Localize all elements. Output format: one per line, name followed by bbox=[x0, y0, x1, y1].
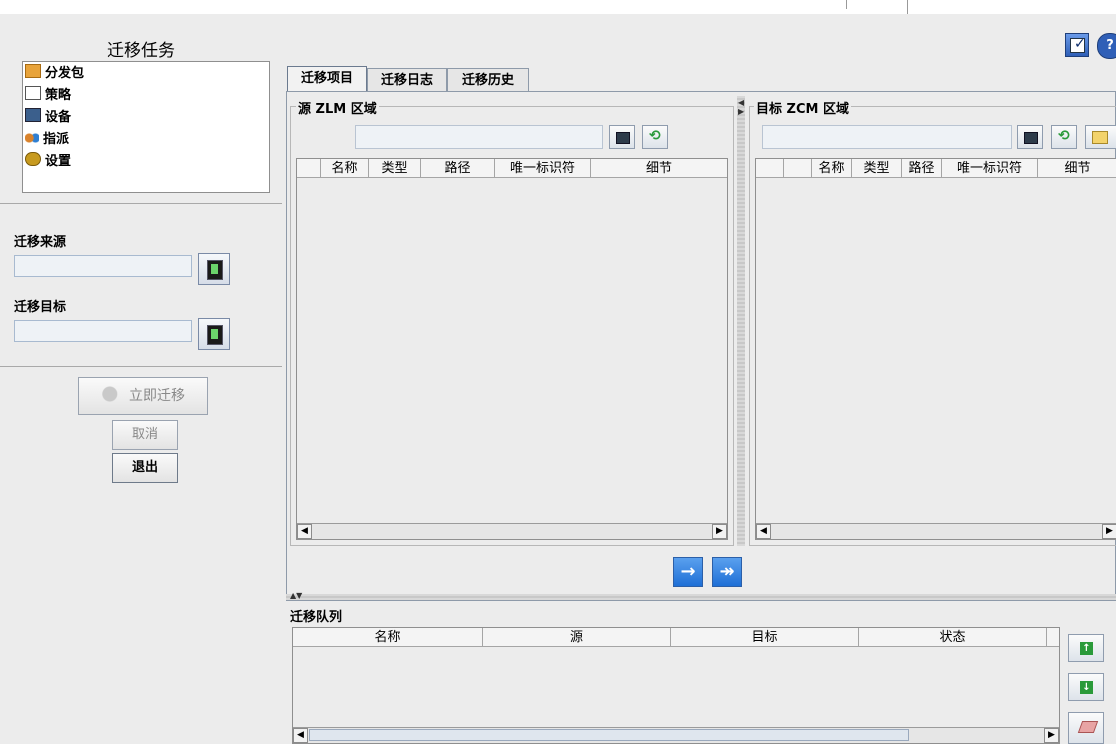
source-zone-title: 源 ZLM 区域 bbox=[296, 98, 379, 117]
source-label: 迁移来源 bbox=[14, 235, 67, 250]
column-header[interactable]: 名称 bbox=[293, 628, 483, 647]
column-header bbox=[1047, 628, 1059, 647]
migrate-now-button[interactable]: 立即迁移 bbox=[78, 377, 208, 415]
column-header[interactable]: 路径 bbox=[902, 159, 942, 178]
queue-title: 迁移队列 bbox=[290, 610, 343, 625]
scroll-thumb[interactable] bbox=[309, 729, 909, 741]
column-header[interactable]: 细节 bbox=[591, 159, 727, 178]
column-header[interactable]: 细节 bbox=[1038, 159, 1116, 178]
target-refresh-button[interactable]: ⟲ bbox=[1051, 125, 1077, 149]
scroll-right-icon[interactable]: ▶ bbox=[1102, 524, 1116, 539]
queue-table[interactable]: 名称 源 目标 状态 ◀ ▶ bbox=[292, 627, 1060, 744]
divider bbox=[907, 0, 908, 14]
tab-migration-log[interactable]: 迁移日志 bbox=[367, 68, 447, 92]
divider bbox=[846, 0, 847, 9]
task-item-assign[interactable]: 指派 bbox=[25, 130, 69, 150]
task-item-device[interactable]: 设备 bbox=[25, 108, 71, 128]
task-item-settings[interactable]: 设置 bbox=[25, 152, 71, 172]
target-input[interactable] bbox=[14, 320, 192, 342]
task-item-package[interactable]: 分发包 bbox=[25, 64, 84, 84]
source-path-input[interactable] bbox=[355, 125, 603, 149]
column-header[interactable] bbox=[297, 159, 321, 178]
target-new-folder-button[interactable] bbox=[1085, 125, 1116, 149]
column-header[interactable]: 源 bbox=[483, 628, 671, 647]
scroll-left-icon[interactable]: ◀ bbox=[756, 524, 771, 539]
column-header[interactable]: 唯一标识符 bbox=[495, 159, 591, 178]
source-open-button[interactable] bbox=[609, 125, 635, 149]
source-browse-button[interactable] bbox=[198, 253, 230, 285]
column-header[interactable]: 类型 bbox=[852, 159, 902, 178]
source-hscrollbar[interactable]: ◀ ▶ bbox=[297, 523, 727, 539]
column-header[interactable] bbox=[756, 159, 784, 178]
zone-splitter[interactable] bbox=[737, 96, 745, 546]
folder-icon bbox=[1092, 131, 1108, 144]
drive-icon bbox=[1024, 132, 1038, 144]
queue-hscrollbar[interactable]: ◀ ▶ bbox=[293, 727, 1059, 743]
move-up-button[interactable]: ↑ bbox=[1068, 634, 1104, 662]
divider bbox=[0, 366, 282, 367]
clear-button[interactable] bbox=[1068, 712, 1104, 744]
column-header[interactable]: 名称 bbox=[812, 159, 852, 178]
exit-button[interactable]: 退出 bbox=[112, 453, 178, 483]
target-hscrollbar[interactable]: ◀ ▶ bbox=[756, 523, 1116, 539]
task-list[interactable]: 分发包 策略 设备 指派 设置 bbox=[22, 61, 270, 193]
target-open-button[interactable] bbox=[1017, 125, 1043, 149]
column-header[interactable]: 状态 bbox=[859, 628, 1047, 647]
target-path-input[interactable] bbox=[762, 125, 1012, 149]
splitter-arrows-icon[interactable]: ◀ ▶ bbox=[738, 98, 744, 116]
splitter-arrows-icon[interactable]: ▲▼ bbox=[290, 591, 302, 600]
eraser-icon bbox=[1077, 721, 1099, 733]
arrow-up-icon: ↑ bbox=[1080, 642, 1093, 655]
scroll-right-icon[interactable]: ▶ bbox=[712, 524, 727, 539]
target-browse-button[interactable] bbox=[198, 318, 230, 350]
scroll-right-icon[interactable]: ▶ bbox=[1044, 728, 1059, 743]
target-zone-title: 目标 ZCM 区域 bbox=[754, 98, 851, 117]
scroll-left-icon[interactable]: ◀ bbox=[293, 728, 308, 743]
column-header[interactable]: 名称 bbox=[321, 159, 369, 178]
column-header[interactable]: 唯一标识符 bbox=[942, 159, 1038, 178]
checkmark-glyph: ✓ bbox=[1074, 36, 1086, 52]
source-input[interactable] bbox=[14, 255, 192, 277]
browse-icon bbox=[207, 260, 223, 280]
target-label: 迁移目标 bbox=[14, 300, 67, 315]
move-down-button[interactable]: ↓ bbox=[1068, 673, 1104, 701]
task-item-label: 分发包 bbox=[45, 66, 85, 81]
move-all-button[interactable]: ↠ bbox=[712, 557, 742, 587]
target-table[interactable]: 名称 类型 路径 唯一标识符 细节 ◀ ▶ bbox=[755, 158, 1116, 540]
move-selected-button[interactable]: → bbox=[673, 557, 703, 587]
column-header[interactable]: 目标 bbox=[671, 628, 859, 647]
task-panel-title: 迁移任务 bbox=[107, 41, 175, 61]
assign-icon bbox=[25, 132, 39, 144]
arrow-down-icon: ↓ bbox=[1080, 681, 1093, 694]
scroll-left-icon[interactable]: ◀ bbox=[297, 524, 312, 539]
task-item-policy[interactable]: 策略 bbox=[25, 86, 71, 106]
tab-migration-items[interactable]: 迁移项目 bbox=[287, 66, 367, 92]
checklist-icon[interactable]: ✓ bbox=[1065, 33, 1089, 57]
divider bbox=[0, 203, 282, 204]
task-item-label: 策略 bbox=[45, 88, 72, 103]
package-icon bbox=[25, 64, 41, 78]
cancel-button[interactable]: 取消 bbox=[112, 420, 178, 450]
refresh-icon: ⟲ bbox=[649, 128, 661, 144]
help-icon[interactable]: ? bbox=[1097, 33, 1116, 59]
monitor-icon bbox=[25, 108, 41, 122]
task-item-label: 指派 bbox=[43, 132, 70, 147]
column-header[interactable]: 类型 bbox=[369, 159, 421, 178]
task-item-label: 设备 bbox=[45, 110, 72, 125]
column-header[interactable]: 路径 bbox=[421, 159, 495, 178]
source-table[interactable]: 名称 类型 路径 唯一标识符 细节 ◀ ▶ bbox=[296, 158, 728, 540]
settings-icon bbox=[25, 152, 41, 166]
migrate-icon bbox=[101, 385, 123, 403]
source-refresh-button[interactable]: ⟲ bbox=[642, 125, 668, 149]
policy-icon bbox=[25, 86, 41, 100]
drive-icon bbox=[616, 132, 630, 144]
column-header[interactable] bbox=[784, 159, 812, 178]
refresh-icon: ⟲ bbox=[1058, 128, 1070, 144]
browse-icon bbox=[207, 325, 223, 345]
migrate-now-label: 立即迁移 bbox=[129, 388, 185, 404]
queue-splitter[interactable] bbox=[286, 594, 1116, 600]
task-item-label: 设置 bbox=[45, 154, 72, 169]
window-top-strip bbox=[0, 0, 1116, 14]
tab-migration-history[interactable]: 迁移历史 bbox=[447, 68, 529, 92]
